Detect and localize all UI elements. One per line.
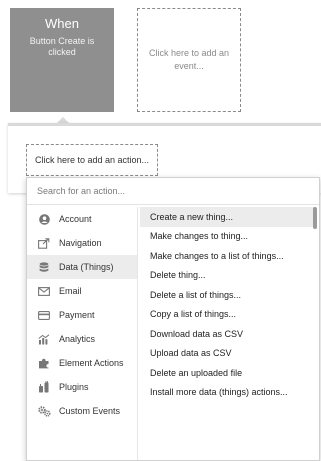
when-description: Button Create is clicked (29, 36, 95, 57)
category-label: Account (59, 214, 92, 224)
category-label: Navigation (59, 238, 102, 248)
account-icon (37, 213, 51, 225)
action-make-changes-to-list[interactable]: Make changes to a list of things... (140, 246, 315, 266)
category-plugins[interactable]: Plugins (27, 375, 137, 399)
category-label: Custom Events (59, 406, 121, 416)
action-delete-uploaded-file[interactable]: Delete an uploaded file (140, 363, 315, 383)
when-event-card[interactable]: When Button Create is clicked (10, 8, 114, 112)
category-payment[interactable]: Payment (27, 303, 137, 327)
category-navigation[interactable]: Navigation (27, 231, 137, 255)
gears-icon (37, 405, 51, 417)
email-icon (37, 285, 51, 297)
action-list-scrollbar[interactable] (313, 207, 317, 229)
analytics-icon (37, 333, 51, 345)
action-search-input[interactable] (27, 178, 319, 205)
action-upload-csv[interactable]: Upload data as CSV (140, 344, 315, 364)
category-label: Email (59, 286, 82, 296)
database-icon (37, 261, 51, 273)
category-label: Data (Things) (59, 262, 114, 272)
action-create-new-thing[interactable]: Create a new thing... (140, 207, 315, 227)
when-title: When (45, 16, 79, 31)
category-label: Plugins (59, 382, 89, 392)
category-label: Analytics (59, 334, 96, 344)
category-analytics[interactable]: Analytics (27, 327, 137, 351)
plugins-icon (37, 381, 51, 393)
add-action-label: Click here to add an action... (34, 155, 150, 165)
credit-card-icon (37, 309, 51, 321)
element-actions-icon (37, 357, 51, 369)
category-custom-events[interactable]: Custom Events (27, 399, 137, 423)
action-copy-list-of-things[interactable]: Copy a list of things... (140, 305, 315, 325)
action-delete-list-of-things[interactable]: Delete a list of things... (140, 285, 315, 305)
category-email[interactable]: Email (27, 279, 137, 303)
navigation-icon (37, 237, 51, 249)
category-data-things[interactable]: Data (Things) (27, 255, 137, 279)
action-list: Create a new thing... Make changes to th… (140, 207, 315, 460)
action-download-csv[interactable]: Download data as CSV (140, 324, 315, 344)
add-action-button[interactable]: Click here to add an action... (26, 144, 158, 176)
action-picker-dropdown: Account Navigation Data (Things) Email P… (26, 177, 320, 461)
category-label: Payment (59, 310, 95, 320)
add-event-label: Click here to add an event... (148, 48, 230, 71)
action-install-more-data-actions[interactable]: Install more data (things) actions... (140, 383, 315, 403)
action-delete-thing[interactable]: Delete thing... (140, 266, 315, 286)
category-element-actions[interactable]: Element Actions (27, 351, 137, 375)
action-make-changes-to-thing[interactable]: Make changes to thing... (140, 227, 315, 247)
category-account[interactable]: Account (27, 207, 137, 231)
category-label: Element Actions (59, 358, 124, 368)
add-event-placeholder[interactable]: Click here to add an event... (137, 8, 241, 112)
category-list: Account Navigation Data (Things) Email P… (27, 207, 138, 460)
